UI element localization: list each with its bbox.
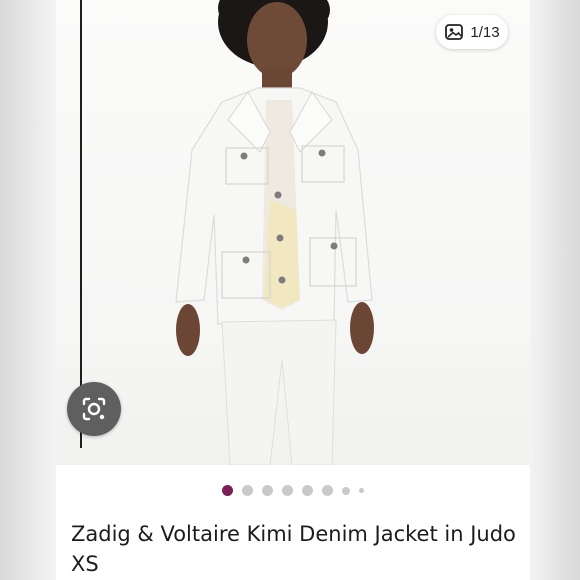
camera-lens-search-icon — [82, 397, 106, 421]
carousel-dot[interactable] — [342, 486, 350, 495]
right-background — [530, 0, 580, 580]
listing-info-panel: Zadig & Voltaire Kimi Denim Jacket in Ju… — [56, 465, 530, 580]
model-in-white-jacket-image — [175, 0, 374, 465]
image-border-line — [80, 0, 82, 448]
image-counter-badge[interactable]: 1/13 — [436, 15, 508, 49]
carousel-dot[interactable] — [359, 488, 364, 493]
image-counter-label: 1/13 — [470, 23, 500, 41]
listing-title: Zadig & Voltaire Kimi Denim Jacket in Ju… — [71, 522, 516, 576]
carousel-pagination[interactable] — [56, 485, 530, 496]
visual-search-button[interactable] — [67, 382, 121, 436]
carousel-dot[interactable] — [302, 485, 313, 496]
carousel-dot-active[interactable] — [222, 485, 233, 496]
carousel-dot[interactable] — [322, 485, 333, 496]
carousel-dot[interactable] — [242, 485, 253, 496]
listing-screenshot: 1/13 Zadig & Voltaire Kimi Denim Jacket … — [0, 0, 580, 580]
image-gallery-icon — [445, 24, 464, 40]
carousel-dot[interactable] — [282, 485, 293, 496]
left-background — [0, 0, 56, 580]
product-photo[interactable] — [56, 0, 530, 465]
carousel-dot[interactable] — [262, 485, 273, 496]
